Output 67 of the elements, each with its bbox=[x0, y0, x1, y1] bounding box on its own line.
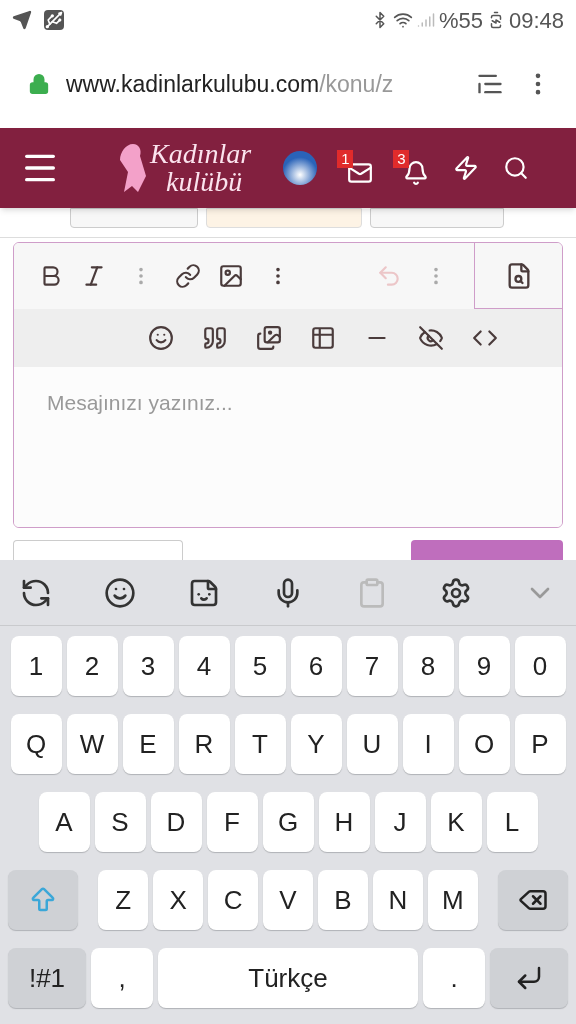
keyboard-key[interactable]: V bbox=[263, 870, 313, 930]
wifi-icon bbox=[392, 10, 413, 30]
keyboard-key[interactable]: W bbox=[66, 714, 118, 774]
enter-key[interactable] bbox=[490, 948, 568, 1008]
symbols-key[interactable]: !#1 bbox=[8, 948, 86, 1008]
link-icon[interactable] bbox=[175, 263, 201, 289]
keyboard-key[interactable]: 0 bbox=[514, 636, 566, 696]
space-key[interactable]: Türkçe bbox=[158, 948, 418, 1008]
keyboard-key[interactable]: 9 bbox=[458, 636, 510, 696]
keyboard-key[interactable]: N bbox=[372, 870, 423, 930]
settings-icon[interactable] bbox=[440, 576, 472, 609]
keyboard-key[interactable]: . bbox=[423, 948, 485, 1008]
keyboard-key[interactable]: 4 bbox=[178, 636, 230, 696]
keyboard-key[interactable]: Z bbox=[98, 870, 149, 930]
lock-icon bbox=[28, 73, 50, 95]
keyboard-key[interactable]: Q bbox=[10, 714, 62, 774]
signal-icon bbox=[416, 11, 435, 29]
keyboard-key[interactable]: R bbox=[178, 714, 230, 774]
keyboard-key[interactable]: 1 bbox=[10, 636, 62, 696]
eye-slash-icon[interactable] bbox=[418, 325, 444, 351]
keyboard-key[interactable]: K bbox=[430, 792, 482, 852]
keyboard-key[interactable]: M bbox=[427, 870, 478, 930]
keyboard-key[interactable]: 3 bbox=[122, 636, 174, 696]
clock: 09:48 bbox=[508, 6, 564, 35]
count-badge: 1 bbox=[337, 150, 354, 168]
search-icon[interactable] bbox=[503, 155, 530, 181]
keyboard-key[interactable]: T bbox=[234, 714, 286, 774]
url-field[interactable]: www.kadinlarkulubu.com/konu/z bbox=[66, 66, 464, 102]
quote-icon[interactable] bbox=[202, 325, 228, 351]
keyboard-key[interactable]: D bbox=[150, 792, 202, 852]
keyboard-key[interactable]: 5 bbox=[234, 636, 286, 696]
keyboard-key[interactable]: J bbox=[374, 792, 426, 852]
keyboard-key[interactable]: B bbox=[317, 870, 368, 930]
keyboard-key[interactable]: U bbox=[346, 714, 398, 774]
keyboard-key[interactable]: , bbox=[91, 948, 153, 1008]
keyboard-key[interactable]: 7 bbox=[346, 636, 398, 696]
bell-icon[interactable] bbox=[403, 160, 430, 186]
emoji-icon[interactable] bbox=[104, 576, 136, 609]
keyboard-key[interactable]: P bbox=[514, 714, 566, 774]
backspace-key[interactable] bbox=[497, 870, 568, 930]
lightning-icon[interactable] bbox=[453, 155, 480, 181]
usb-icon bbox=[44, 10, 64, 30]
mail-icon[interactable] bbox=[347, 160, 374, 186]
avatar[interactable] bbox=[283, 151, 318, 185]
table-icon[interactable] bbox=[310, 325, 336, 351]
battery-percent: %55 bbox=[438, 6, 483, 35]
keyboard-key[interactable]: G bbox=[262, 792, 314, 852]
keyboard-key[interactable]: A bbox=[38, 792, 90, 852]
site-logo[interactable]: Kadınlar kulübü bbox=[116, 140, 252, 196]
smiley-icon[interactable] bbox=[148, 325, 174, 351]
keyboard-key[interactable]: Y bbox=[290, 714, 342, 774]
keyboard-key[interactable]: 6 bbox=[290, 636, 342, 696]
keyboard-key[interactable]: O bbox=[458, 714, 510, 774]
message-editor[interactable]: Mesajınızı yazınız... bbox=[13, 242, 563, 528]
keyboard-key[interactable]: H bbox=[318, 792, 370, 852]
keyboard-key[interactable]: C bbox=[208, 870, 259, 930]
keyboard-key[interactable]: E bbox=[122, 714, 174, 774]
keyboard-key[interactable]: 8 bbox=[402, 636, 454, 696]
image-icon[interactable] bbox=[218, 263, 244, 289]
keyboard-key[interactable]: F bbox=[206, 792, 258, 852]
keyboard-key[interactable]: I bbox=[402, 714, 454, 774]
gallery-icon[interactable] bbox=[256, 325, 282, 351]
count-badge: 3 bbox=[393, 150, 410, 168]
keyboard-key[interactable]: L bbox=[486, 792, 538, 852]
keyboard-key[interactable]: X bbox=[153, 870, 204, 930]
keyboard-key[interactable]: 2 bbox=[66, 636, 118, 696]
keyboard-key[interactable]: S bbox=[94, 792, 146, 852]
